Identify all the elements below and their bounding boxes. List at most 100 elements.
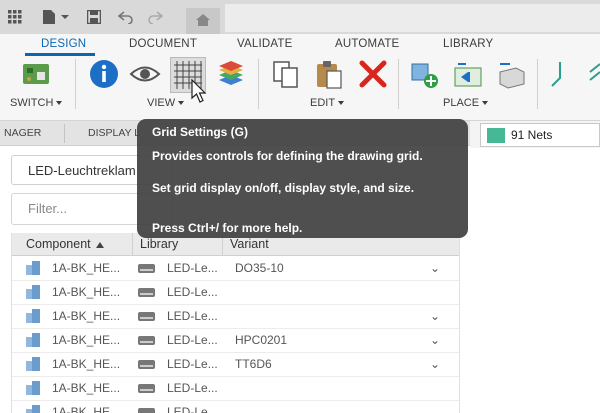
- ribbon: DESIGN DOCUMENT VALIDATE AUTOMATE LIBRAR…: [0, 34, 600, 121]
- chevron-down-icon: [338, 101, 345, 106]
- library-icon: [138, 407, 155, 413]
- divider: [64, 124, 65, 143]
- view-group-label[interactable]: VIEW: [147, 97, 185, 109]
- place-package-icon[interactable]: [496, 58, 528, 90]
- library-name: LED-Le...: [167, 261, 218, 275]
- library-icon: [138, 335, 155, 346]
- home-tab[interactable]: [186, 8, 220, 34]
- component-icon: [26, 405, 40, 413]
- column-divider[interactable]: [132, 233, 133, 255]
- library-name: LED-Le...: [167, 405, 218, 413]
- route-wire-icon[interactable]: [548, 58, 580, 90]
- chevron-down-icon[interactable]: ⌄: [430, 309, 440, 323]
- paste-icon[interactable]: [313, 58, 345, 90]
- library-icon: [138, 287, 155, 298]
- grid-settings-tooltip: Grid Settings (G) Provides controls for …: [137, 119, 468, 238]
- library-name: LED-Le...: [167, 333, 218, 347]
- table-row[interactable]: 1A-BK_HE... LED-Le...: [12, 400, 459, 413]
- eye-icon[interactable]: [129, 58, 161, 90]
- variant-value: DO35-10: [235, 261, 284, 275]
- tooltip-description: Provides controls for defining the drawi…: [152, 149, 423, 163]
- component-name: 1A-BK_HE...: [52, 357, 121, 371]
- save-icon[interactable]: [85, 8, 103, 26]
- tab-automate[interactable]: AUTOMATE: [335, 38, 399, 50]
- column-header-variant[interactable]: Variant: [230, 237, 269, 251]
- table-row[interactable]: 1A-BK_HE... LED-Le... HPC0201 ⌄: [12, 328, 459, 353]
- library-name: LED-Le...: [167, 285, 218, 299]
- component-name: 1A-BK_HE...: [52, 261, 121, 275]
- variant-value: HPC0201: [235, 333, 288, 347]
- route-tool-icon[interactable]: [588, 58, 600, 90]
- table-row[interactable]: 1A-BK_HE... LED-Le...: [12, 376, 459, 401]
- project-name: LED-Leuchtreklam: [28, 163, 136, 178]
- net-class-selector[interactable]: 91 Nets: [480, 123, 600, 147]
- add-component-icon[interactable]: [408, 58, 440, 90]
- edit-group-label[interactable]: EDIT: [310, 97, 345, 109]
- divider: [398, 59, 399, 109]
- component-icon: [26, 309, 40, 323]
- place-group-label[interactable]: PLACE: [443, 97, 489, 109]
- column-header-library[interactable]: Library: [140, 237, 178, 251]
- component-icon: [26, 357, 40, 371]
- net-color-swatch: [487, 128, 505, 143]
- component-icon: [26, 285, 40, 299]
- table-row[interactable]: 1A-BK_HE... LED-Le... ⌄: [12, 304, 459, 329]
- tooltip-help-hint: Press Ctrl+/ for more help.: [152, 221, 303, 235]
- panel-tab-manager[interactable]: NAGER: [4, 127, 41, 139]
- sort-ascending-icon: [96, 241, 105, 248]
- table-row[interactable]: 1A-BK_HE... LED-Le... DO35-10 ⌄: [12, 256, 459, 281]
- component-name: 1A-BK_HE...: [52, 381, 121, 395]
- redo-icon[interactable]: [146, 8, 164, 26]
- divider: [537, 59, 538, 109]
- chevron-down-icon[interactable]: ⌄: [430, 357, 440, 371]
- switch-board-icon[interactable]: [20, 58, 52, 90]
- library-name: LED-Le...: [167, 357, 218, 371]
- library-name: LED-Le...: [167, 381, 218, 395]
- library-icon: [138, 263, 155, 274]
- component-name: 1A-BK_HE...: [52, 285, 121, 299]
- tab-validate[interactable]: VALIDATE: [237, 38, 293, 50]
- canvas-area[interactable]: [470, 148, 600, 413]
- library-icon: [138, 383, 155, 394]
- component-icon: [26, 381, 40, 395]
- library-icon: [138, 311, 155, 322]
- variant-value: TT6D6: [235, 357, 272, 371]
- undo-icon[interactable]: [117, 8, 135, 26]
- component-icon: [26, 261, 40, 275]
- chevron-down-icon[interactable]: ⌄: [430, 333, 440, 347]
- tab-design[interactable]: DESIGN: [41, 38, 86, 50]
- delete-icon[interactable]: [357, 58, 389, 90]
- grid-apps-icon[interactable]: [6, 8, 24, 26]
- tooltip-detail: Set grid display on/off, display style, …: [152, 181, 415, 195]
- chevron-down-icon: [178, 101, 185, 106]
- table-row[interactable]: 1A-BK_HE... LED-Le... TT6D6 ⌄: [12, 352, 459, 377]
- home-icon: [195, 13, 211, 30]
- mouse-pointer-icon: [191, 78, 209, 106]
- table-row[interactable]: 1A-BK_HE... LED-Le...: [12, 280, 459, 305]
- document-tab[interactable]: [225, 4, 600, 32]
- copy-icon[interactable]: [270, 58, 302, 90]
- divider: [258, 59, 259, 109]
- component-name: 1A-BK_HE...: [52, 333, 121, 347]
- file-icon[interactable]: [40, 8, 70, 26]
- info-icon[interactable]: [88, 58, 120, 90]
- component-name: 1A-BK_HE...: [52, 405, 121, 413]
- library-name: LED-Le...: [167, 309, 218, 323]
- column-header-component[interactable]: Component: [26, 237, 105, 251]
- place-diode-icon[interactable]: [452, 58, 484, 90]
- switch-group-label[interactable]: SWITCH: [10, 97, 63, 109]
- tab-document[interactable]: DOCUMENT: [129, 38, 197, 50]
- nets-count: 91 Nets: [511, 128, 553, 142]
- component-icon: [26, 333, 40, 347]
- chevron-down-icon[interactable]: ⌄: [430, 261, 440, 275]
- active-tab-indicator: [25, 53, 95, 56]
- chevron-down-icon: [56, 101, 63, 106]
- library-icon: [138, 359, 155, 370]
- component-name: 1A-BK_HE...: [52, 309, 121, 323]
- tab-library[interactable]: LIBRARY: [443, 38, 493, 50]
- title-bar: [0, 0, 600, 34]
- divider: [75, 59, 76, 109]
- tooltip-title: Grid Settings (G): [152, 125, 248, 139]
- layers-icon[interactable]: [215, 58, 247, 90]
- panel-tab-display-layers[interactable]: DISPLAY L: [88, 127, 140, 139]
